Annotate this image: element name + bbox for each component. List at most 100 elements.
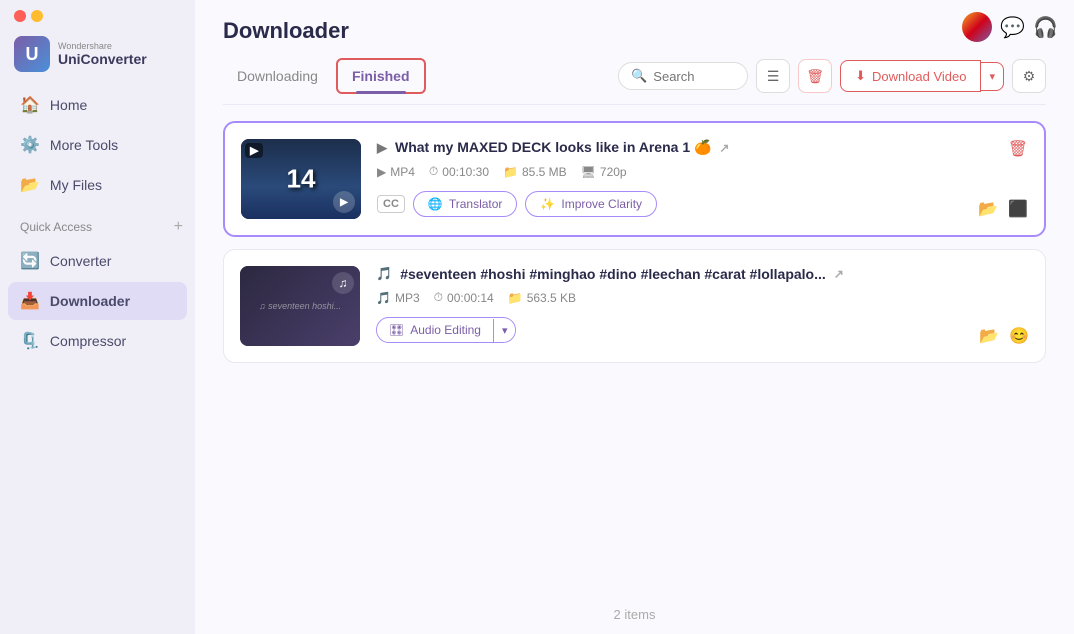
headset-icon[interactable]: 🎧 bbox=[1033, 15, 1058, 40]
video-thumbnail: 14 ▶ ▶ bbox=[241, 139, 361, 219]
thumb-number: 14 bbox=[287, 164, 316, 195]
translator-button[interactable]: 🌐 Translator bbox=[413, 191, 518, 217]
sidebar-section-nav: 🔄 Converter 📥 Downloader 🗜️ Compressor bbox=[0, 242, 195, 360]
download-video-button[interactable]: ⬇ Download Video bbox=[840, 60, 981, 92]
sidebar-item-downloader-label: Downloader bbox=[50, 293, 130, 309]
audio-editing-dropdown: 🎛 Audio Editing ▾ bbox=[376, 317, 516, 343]
smiley-icon[interactable]: 😊 bbox=[1009, 326, 1029, 346]
titlebar bbox=[0, 0, 195, 30]
page-title: Downloader bbox=[223, 18, 1046, 44]
format-badge: ▶ MP4 bbox=[377, 165, 415, 179]
content-area: 14 ▶ ▶ ▶ What my MAXED DECK looks like i… bbox=[195, 105, 1074, 595]
chat-icon[interactable]: 💬 bbox=[1000, 15, 1025, 40]
settings-button[interactable]: ⚙ bbox=[1012, 59, 1046, 93]
open-external-icon[interactable]: ↗ bbox=[719, 141, 729, 155]
download-video-group: ⬇ Download Video ▾ bbox=[840, 60, 1004, 92]
thumb-play-icon: ▶ bbox=[333, 191, 355, 213]
sidebar-item-my-files-label: My Files bbox=[50, 177, 102, 193]
minimize-button[interactable] bbox=[31, 10, 43, 22]
sidebar-item-converter-label: Converter bbox=[50, 253, 111, 269]
delete-button[interactable]: 🗑 bbox=[798, 59, 832, 93]
sidebar-item-converter[interactable]: 🔄 Converter bbox=[8, 242, 187, 280]
format-icon: 🎵 bbox=[376, 291, 391, 305]
audio-editing-button[interactable]: 🎛 Audio Editing bbox=[377, 318, 493, 342]
size-icon: 📁 bbox=[508, 291, 523, 305]
music-thumb-placeholder: ♫ seventeen hoshi... ♫ bbox=[240, 266, 360, 346]
list-view-button[interactable]: ☰ bbox=[756, 59, 790, 93]
card-actions-right: 🗑 bbox=[1008, 139, 1028, 159]
audio-thumbnail: ♫ seventeen hoshi... ♫ bbox=[240, 266, 360, 346]
media-card: 14 ▶ ▶ ▶ What my MAXED DECK looks like i… bbox=[223, 121, 1046, 237]
clarity-icon: ✨ bbox=[540, 197, 555, 211]
tabs-right: 🔍 ☰ 🗑 ⬇ Download Video ▾ bbox=[618, 59, 1046, 93]
quick-access-label: Quick Access bbox=[20, 220, 92, 234]
downloader-icon: 📥 bbox=[20, 291, 40, 311]
duration-badge: ⏱ 00:10:30 bbox=[429, 164, 489, 179]
item-title: #seventeen #hoshi #minghao #dino #leecha… bbox=[400, 266, 826, 282]
cc-badge[interactable]: CC bbox=[377, 195, 405, 213]
gear-icon: ⚙ bbox=[1023, 68, 1036, 85]
item-delete-button[interactable]: 🗑 bbox=[1008, 139, 1028, 159]
user-avatar[interactable] bbox=[962, 12, 992, 42]
topbar-right: 💬 🎧 bbox=[962, 12, 1058, 42]
improve-clarity-button[interactable]: ✨ Improve Clarity bbox=[525, 191, 657, 217]
card-meta: ▶ MP4 ⏱ 00:10:30 📁 85.5 MB 🖥 720p bbox=[377, 164, 1028, 179]
open-external-icon[interactable]: ↗ bbox=[834, 267, 844, 281]
app-logo-text: Wondershare UniConverter bbox=[58, 41, 147, 67]
format-icon: ▶ bbox=[377, 165, 386, 179]
sidebar: U Wondershare UniConverter 🏠 Home ⚙️ Mor… bbox=[0, 0, 195, 634]
more-options-icon[interactable]: ⬛ bbox=[1008, 199, 1028, 219]
card-actions: 🎛 Audio Editing ▾ bbox=[376, 317, 1029, 343]
home-icon: 🏠 bbox=[20, 95, 40, 115]
sidebar-item-compressor-label: Compressor bbox=[50, 333, 126, 349]
sidebar-nav: 🏠 Home ⚙️ More Tools 📂 My Files bbox=[0, 86, 195, 204]
brand-name: Wondershare bbox=[58, 41, 147, 51]
thumb-badge: ▶ bbox=[245, 143, 263, 158]
size-icon: 📁 bbox=[503, 165, 518, 179]
search-input[interactable] bbox=[653, 69, 733, 84]
close-button[interactable] bbox=[14, 10, 26, 22]
size-badge: 📁 85.5 MB bbox=[503, 165, 567, 179]
tab-downloading[interactable]: Downloading bbox=[223, 60, 332, 92]
card-info: ▶ What my MAXED DECK looks like in Arena… bbox=[377, 139, 1028, 217]
chevron-down-icon: ▾ bbox=[502, 325, 508, 337]
logo-area: U Wondershare UniConverter bbox=[0, 30, 195, 86]
duration-icon: ⏱ bbox=[434, 290, 443, 305]
search-icon: 🔍 bbox=[631, 68, 647, 84]
card-bottom-right: 📂 😊 bbox=[979, 326, 1029, 346]
duration-icon: ⏱ bbox=[429, 164, 438, 179]
sidebar-item-home-label: Home bbox=[50, 97, 87, 113]
my-files-icon: 📂 bbox=[20, 175, 40, 195]
card-title: ▶ What my MAXED DECK looks like in Arena… bbox=[377, 139, 1028, 156]
audio-editing-dropdown-button[interactable]: ▾ bbox=[493, 319, 516, 342]
items-count: 2 items bbox=[614, 607, 656, 622]
res-icon: 🖥 bbox=[581, 165, 596, 179]
video-thumb-placeholder: 14 ▶ ▶ bbox=[241, 139, 361, 219]
search-box[interactable]: 🔍 bbox=[618, 62, 748, 90]
card-meta: 🎵 MP3 ⏱ 00:00:14 📁 563.5 KB bbox=[376, 290, 1029, 305]
audio-type-icon: 🎵 bbox=[376, 266, 392, 282]
card-actions: CC 🌐 Translator ✨ Improve Clarity bbox=[377, 191, 1028, 217]
card-bottom-right: 📂 ⬛ bbox=[978, 199, 1028, 219]
app-name: UniConverter bbox=[58, 51, 147, 67]
download-video-dropdown-button[interactable]: ▾ bbox=[981, 62, 1004, 91]
card-title: 🎵 #seventeen #hoshi #minghao #dino #leec… bbox=[376, 266, 1029, 282]
sidebar-item-compressor[interactable]: 🗜️ Compressor bbox=[8, 322, 187, 360]
folder-open-icon[interactable]: 📂 bbox=[978, 199, 998, 219]
sidebar-item-more-tools[interactable]: ⚙️ More Tools bbox=[8, 126, 187, 164]
tab-finished[interactable]: Finished bbox=[336, 58, 426, 94]
card-info: 🎵 #seventeen #hoshi #minghao #dino #leec… bbox=[376, 266, 1029, 343]
media-card: ♫ seventeen hoshi... ♫ 🎵 #seventeen #hos… bbox=[223, 249, 1046, 363]
sidebar-item-home[interactable]: 🏠 Home bbox=[8, 86, 187, 124]
compressor-icon: 🗜️ bbox=[20, 331, 40, 351]
tabs-left: Downloading Finished bbox=[223, 58, 426, 94]
sidebar-item-my-files[interactable]: 📂 My Files bbox=[8, 166, 187, 204]
size-badge: 📁 563.5 KB bbox=[508, 291, 576, 305]
sidebar-item-downloader[interactable]: 📥 Downloader bbox=[8, 282, 187, 320]
converter-icon: 🔄 bbox=[20, 251, 40, 271]
add-quick-access-button[interactable]: + bbox=[174, 218, 183, 236]
folder-open-icon[interactable]: 📂 bbox=[979, 326, 999, 346]
translator-icon: 🌐 bbox=[428, 197, 443, 211]
chevron-down-icon: ▾ bbox=[989, 71, 995, 83]
item-title: What my MAXED DECK looks like in Arena 1… bbox=[395, 139, 711, 156]
